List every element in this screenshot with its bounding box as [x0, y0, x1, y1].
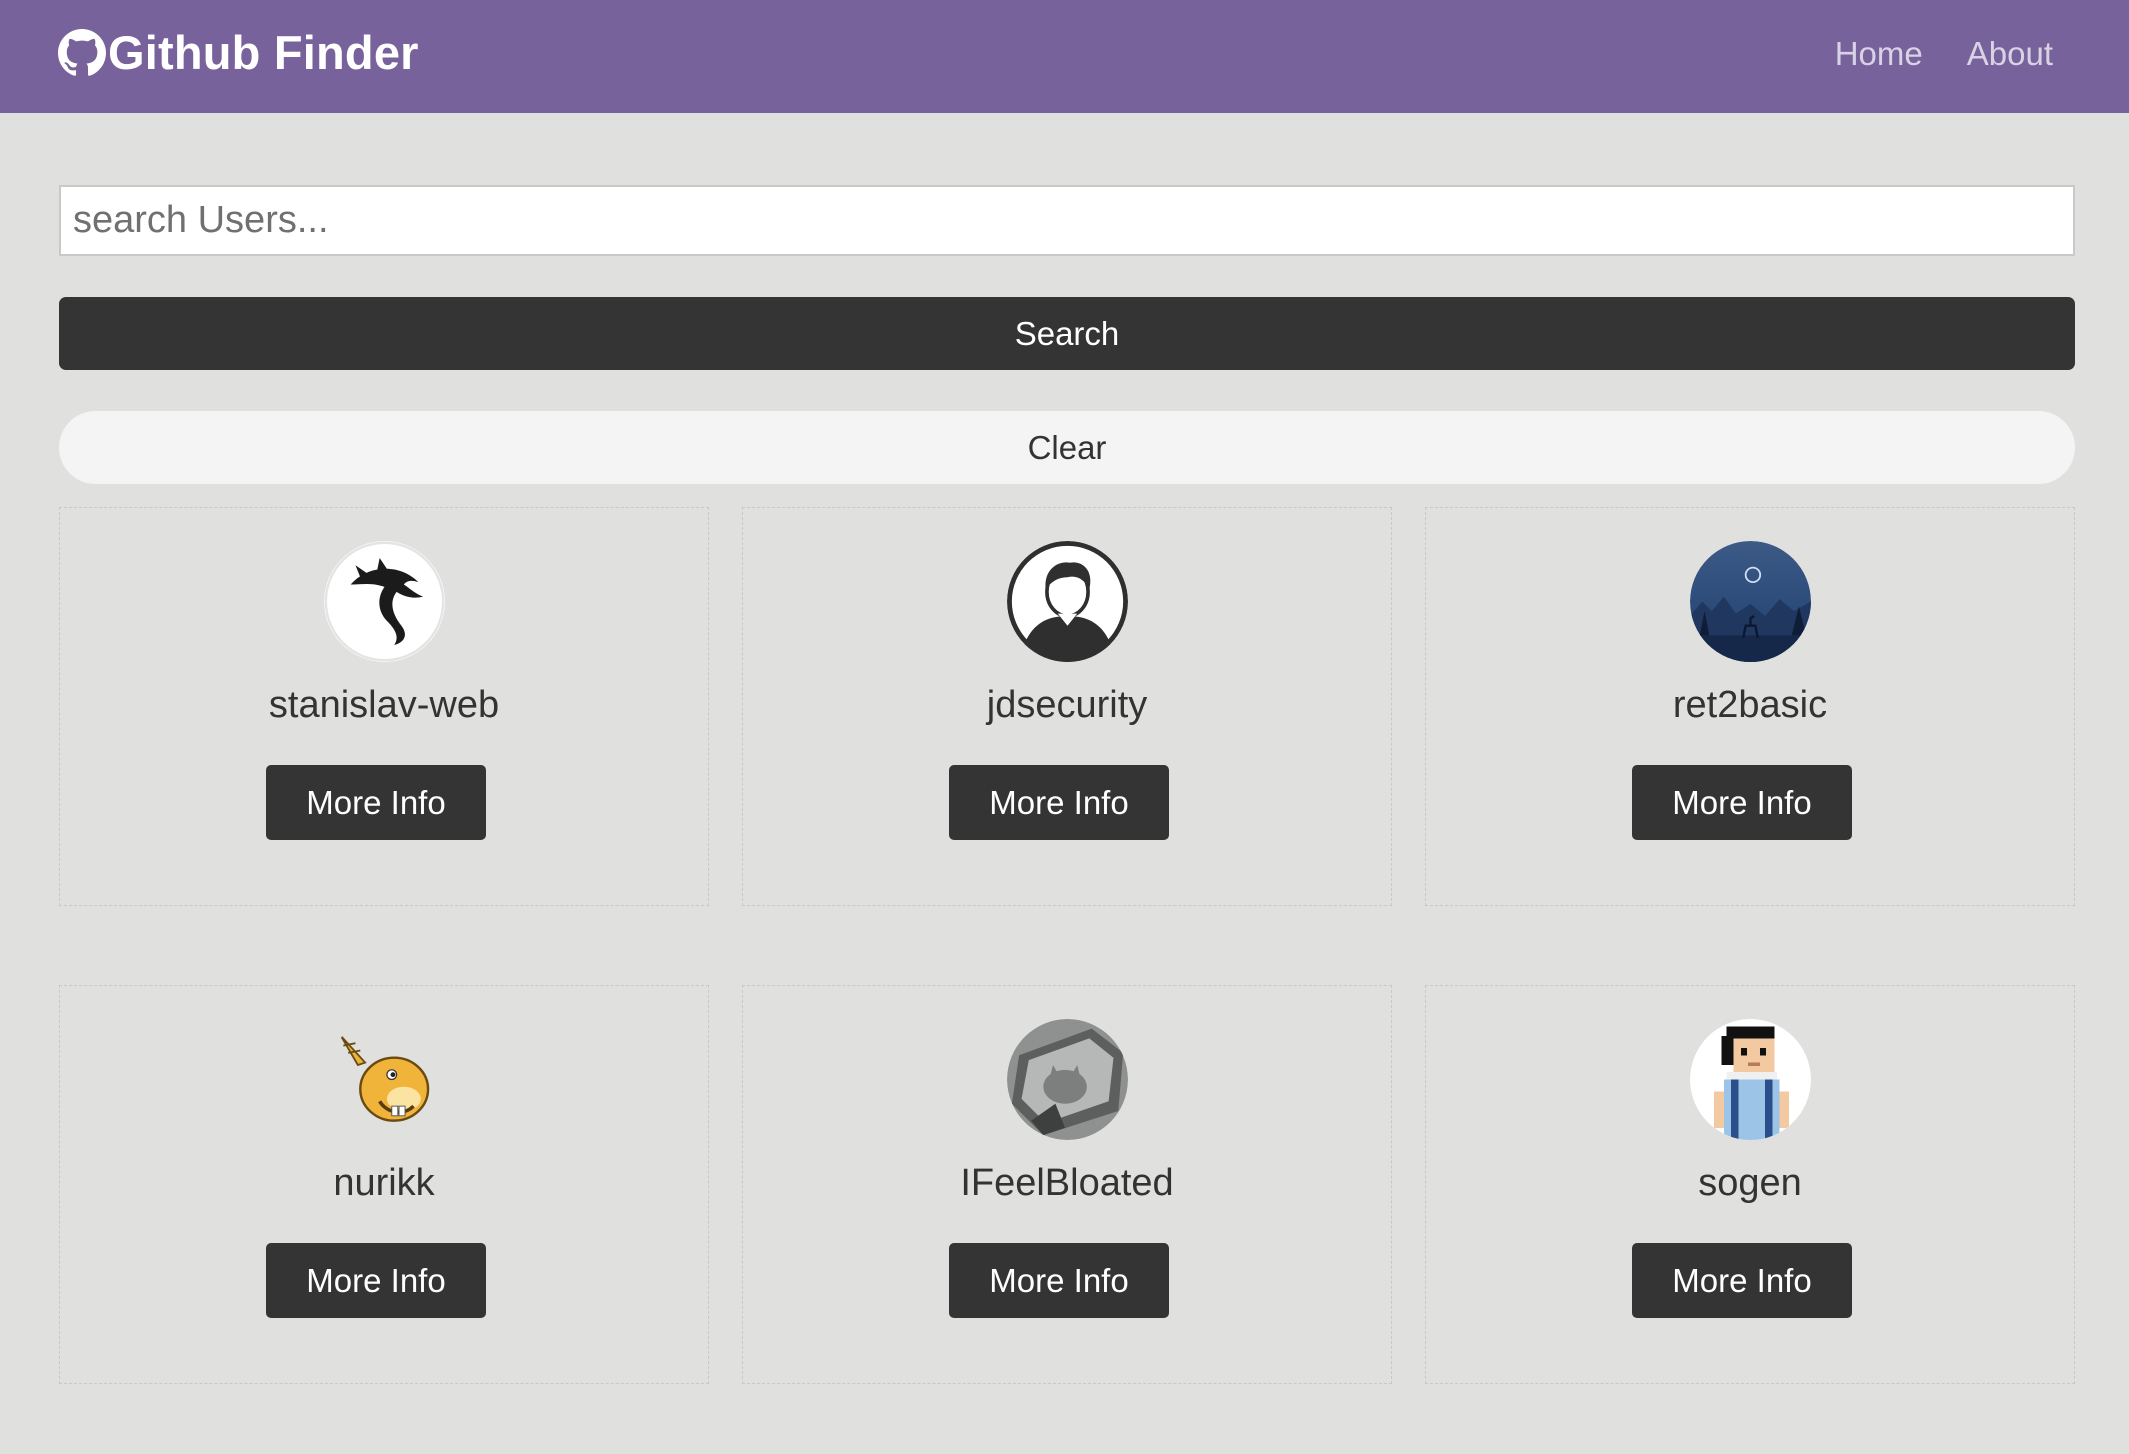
- username: stanislav-web: [268, 684, 500, 726]
- nav-links: Home About: [1835, 30, 2053, 78]
- user-card: nurikk More Info: [59, 985, 709, 1384]
- brand[interactable]: Github Finder: [58, 24, 419, 82]
- user-card: ret2basic More Info: [1425, 507, 2075, 906]
- navbar: Github Finder Home About: [0, 0, 2129, 113]
- more-info-button[interactable]: More Info: [266, 765, 486, 840]
- user-card: jdsecurity More Info: [742, 507, 1392, 906]
- username: nurikk: [333, 1162, 435, 1204]
- user-card: stanislav-web More Info: [59, 507, 709, 906]
- beaver-cartoon-avatar: [324, 1019, 445, 1140]
- default-person-avatar: [1007, 541, 1128, 662]
- user-grid: stanislav-web More Info jdsecurity More …: [59, 507, 2075, 1384]
- username: jdsecurity: [986, 684, 1148, 726]
- cat-photo-avatar: [1007, 1019, 1128, 1140]
- more-info-button[interactable]: More Info: [1632, 1243, 1852, 1318]
- user-card: IFeelBloated More Info: [742, 985, 1392, 1384]
- search-input[interactable]: [59, 185, 2075, 256]
- username: ret2basic: [1672, 684, 1828, 726]
- user-card: sogen More Info: [1425, 985, 2075, 1384]
- nav-link-about[interactable]: About: [1967, 30, 2053, 78]
- clear-button[interactable]: Clear: [59, 411, 2075, 484]
- more-info-button[interactable]: More Info: [266, 1243, 486, 1318]
- pixel-man-avatar: [1690, 1019, 1811, 1140]
- kali-dragon-avatar: [324, 541, 445, 662]
- app-title: Github Finder: [108, 26, 419, 79]
- more-info-button[interactable]: More Info: [949, 765, 1169, 840]
- github-icon: [58, 29, 106, 76]
- more-info-button[interactable]: More Info: [1632, 765, 1852, 840]
- username: IFeelBloated: [960, 1162, 1174, 1204]
- nav-link-home[interactable]: Home: [1835, 30, 1923, 78]
- username: sogen: [1698, 1162, 1802, 1204]
- more-info-button[interactable]: More Info: [949, 1243, 1169, 1318]
- night-deer-avatar: [1690, 541, 1811, 662]
- search-button[interactable]: Search: [59, 297, 2075, 370]
